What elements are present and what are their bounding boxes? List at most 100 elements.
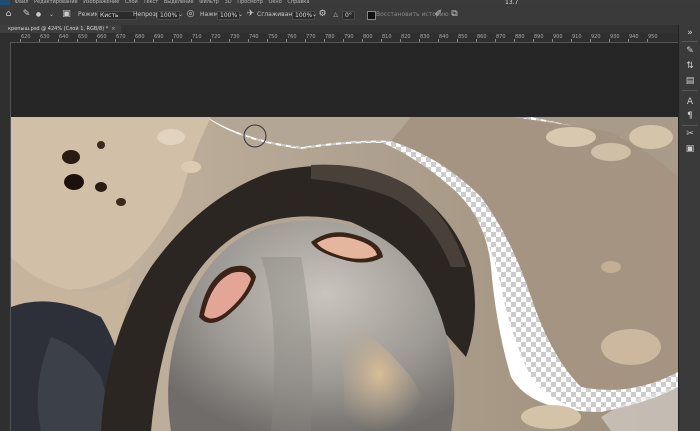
ruler-tick-label: 880 — [515, 34, 525, 40]
ruler-tick-label: 740 — [249, 34, 259, 40]
ruler-tick — [647, 39, 648, 42]
ruler-horizontal[interactable]: 620 630 640 650 660 670 680 690 700 710 720 730 740 7… — [10, 33, 678, 43]
flow-chevron-icon[interactable]: ⌄ — [236, 10, 245, 19]
ruler-tick-label: 660 — [97, 34, 107, 40]
layers-icon[interactable]: ▤ — [684, 76, 696, 87]
ruler-tick-label: 670 — [116, 34, 126, 40]
ruler-tick — [210, 39, 211, 42]
ruler-tick-label: 840 — [439, 34, 449, 40]
ruler-tick-label: 620 — [21, 34, 31, 40]
sample-swatch[interactable] — [367, 11, 376, 20]
document-tab[interactable]: крепыш.psd @ 424% (Слой 1, RGB/8) * × — [0, 25, 122, 33]
ruler-tick — [495, 39, 496, 42]
ruler-tick — [362, 39, 363, 42]
ruler-tick-label: 770 — [306, 34, 316, 40]
ruler-tick — [172, 39, 173, 42]
ruler-tick — [552, 39, 553, 42]
ruler-tick — [267, 39, 268, 42]
ruler-tick-label: 720 — [211, 34, 221, 40]
ruler-tick-label: 750 — [268, 34, 278, 40]
ruler-tick — [248, 39, 249, 42]
angle-icon[interactable]: △ — [331, 10, 340, 19]
ruler-tick-label: 700 — [173, 34, 183, 40]
ruler-tick — [343, 39, 344, 42]
ruler-tick — [533, 39, 534, 42]
ruler-tick-label: 820 — [401, 34, 411, 40]
ruler-tick — [400, 39, 401, 42]
ruler-tick — [191, 39, 192, 42]
paragraph-icon[interactable]: ¶ — [684, 111, 696, 122]
swatch-icon[interactable]: ▣ — [684, 144, 696, 155]
ruler-tick — [609, 39, 610, 42]
ruler-tick-label: 900 — [553, 34, 563, 40]
ruler-tick — [77, 39, 78, 42]
ruler-tick-label: 760 — [287, 34, 297, 40]
ruler-tick-label: 940 — [629, 34, 639, 40]
ruler-tick — [39, 39, 40, 42]
ruler-tick — [134, 39, 135, 42]
ruler-tick-label: 780 — [325, 34, 335, 40]
ruler-tick — [58, 39, 59, 42]
ruler-tick — [115, 39, 116, 42]
ruler-tick — [20, 39, 21, 42]
airbrush-icon[interactable]: ✈ — [246, 10, 255, 19]
opacity-chevron-icon[interactable]: ⌄ — [176, 10, 185, 19]
document-tab-title: крепыш.psd @ 424% (Слой 1, RGB/8) * — [8, 26, 109, 32]
ruler-tick — [229, 39, 230, 42]
ruler-tick-label: 920 — [591, 34, 601, 40]
ruler-tick-label: 950 — [648, 34, 658, 40]
ruler-tick — [457, 39, 458, 42]
tools-icon[interactable]: ✂ — [684, 129, 696, 140]
pressure-opacity-icon[interactable]: ◎ — [186, 10, 195, 19]
ruler-tick — [438, 39, 439, 42]
ruler-tick-label: 810 — [382, 34, 392, 40]
ruler-tick — [476, 39, 477, 42]
right-tool-panel: » ✎ ⇅ ▤ A ¶ ✂ ▣ — [678, 25, 700, 431]
ruler-tick-label: 830 — [420, 34, 430, 40]
ruler-tick — [571, 39, 572, 42]
ruler-tick — [153, 39, 154, 42]
ruler-tick-label: 730 — [230, 34, 240, 40]
ruler-tick — [514, 39, 515, 42]
ruler-tick — [381, 39, 382, 42]
ruler-tick-label: 680 — [135, 34, 145, 40]
ruler-tick-label: 910 — [572, 34, 582, 40]
close-icon[interactable]: × — [111, 26, 115, 32]
ruler-tick — [590, 39, 591, 42]
ruler-tick — [96, 39, 97, 42]
angle-input[interactable]: 0° — [342, 11, 355, 20]
ruler-tick-label: 630 — [40, 34, 50, 40]
ruler-tick-label: 640 — [59, 34, 69, 40]
ruler-tick — [628, 39, 629, 42]
ruler-vertical[interactable] — [0, 33, 11, 431]
adjust-icon[interactable]: ⇅ — [684, 61, 696, 72]
brush-settings-icon[interactable]: ✎ — [684, 46, 696, 57]
ruler-tick-label: 860 — [477, 34, 487, 40]
ruler-tick — [286, 39, 287, 42]
ruler-tick-label: 690 — [154, 34, 164, 40]
mode-select[interactable]: Кисть — [97, 11, 137, 20]
pasteboard[interactable] — [11, 43, 678, 117]
ruler-tick-label: 850 — [458, 34, 468, 40]
image-canvas[interactable] — [11, 117, 678, 431]
ruler-tick-label: 800 — [363, 34, 373, 40]
expand-icon[interactable]: » — [684, 28, 696, 39]
image-content — [11, 117, 678, 431]
gear-icon[interactable]: ⚙ — [318, 10, 327, 19]
document-tab-bar: крепыш.psd @ 424% (Слой 1, RGB/8) * × — [0, 25, 678, 33]
character-icon[interactable]: A — [684, 97, 696, 108]
pressure-size-icon[interactable]: ✐ — [434, 10, 443, 19]
brush-size-preset-icon[interactable]: ● — [34, 10, 43, 19]
history-brush-icon[interactable]: ✎ — [22, 10, 31, 19]
chevron-down-icon[interactable]: ⌄ — [47, 10, 56, 19]
symmetry-icon[interactable]: ⧉ — [450, 10, 459, 19]
ruler-tick-label: 650 — [78, 34, 88, 40]
ruler-tick-label: 890 — [534, 34, 544, 40]
ruler-tick — [419, 39, 420, 42]
ruler-tick-label: 790 — [344, 34, 354, 40]
brush-panel-icon[interactable]: ▣ — [62, 10, 71, 19]
ruler-tick — [305, 39, 306, 42]
ruler-tick-label: 930 — [610, 34, 620, 40]
ruler-tick — [324, 39, 325, 42]
home-icon[interactable]: ⌂ — [4, 10, 13, 19]
